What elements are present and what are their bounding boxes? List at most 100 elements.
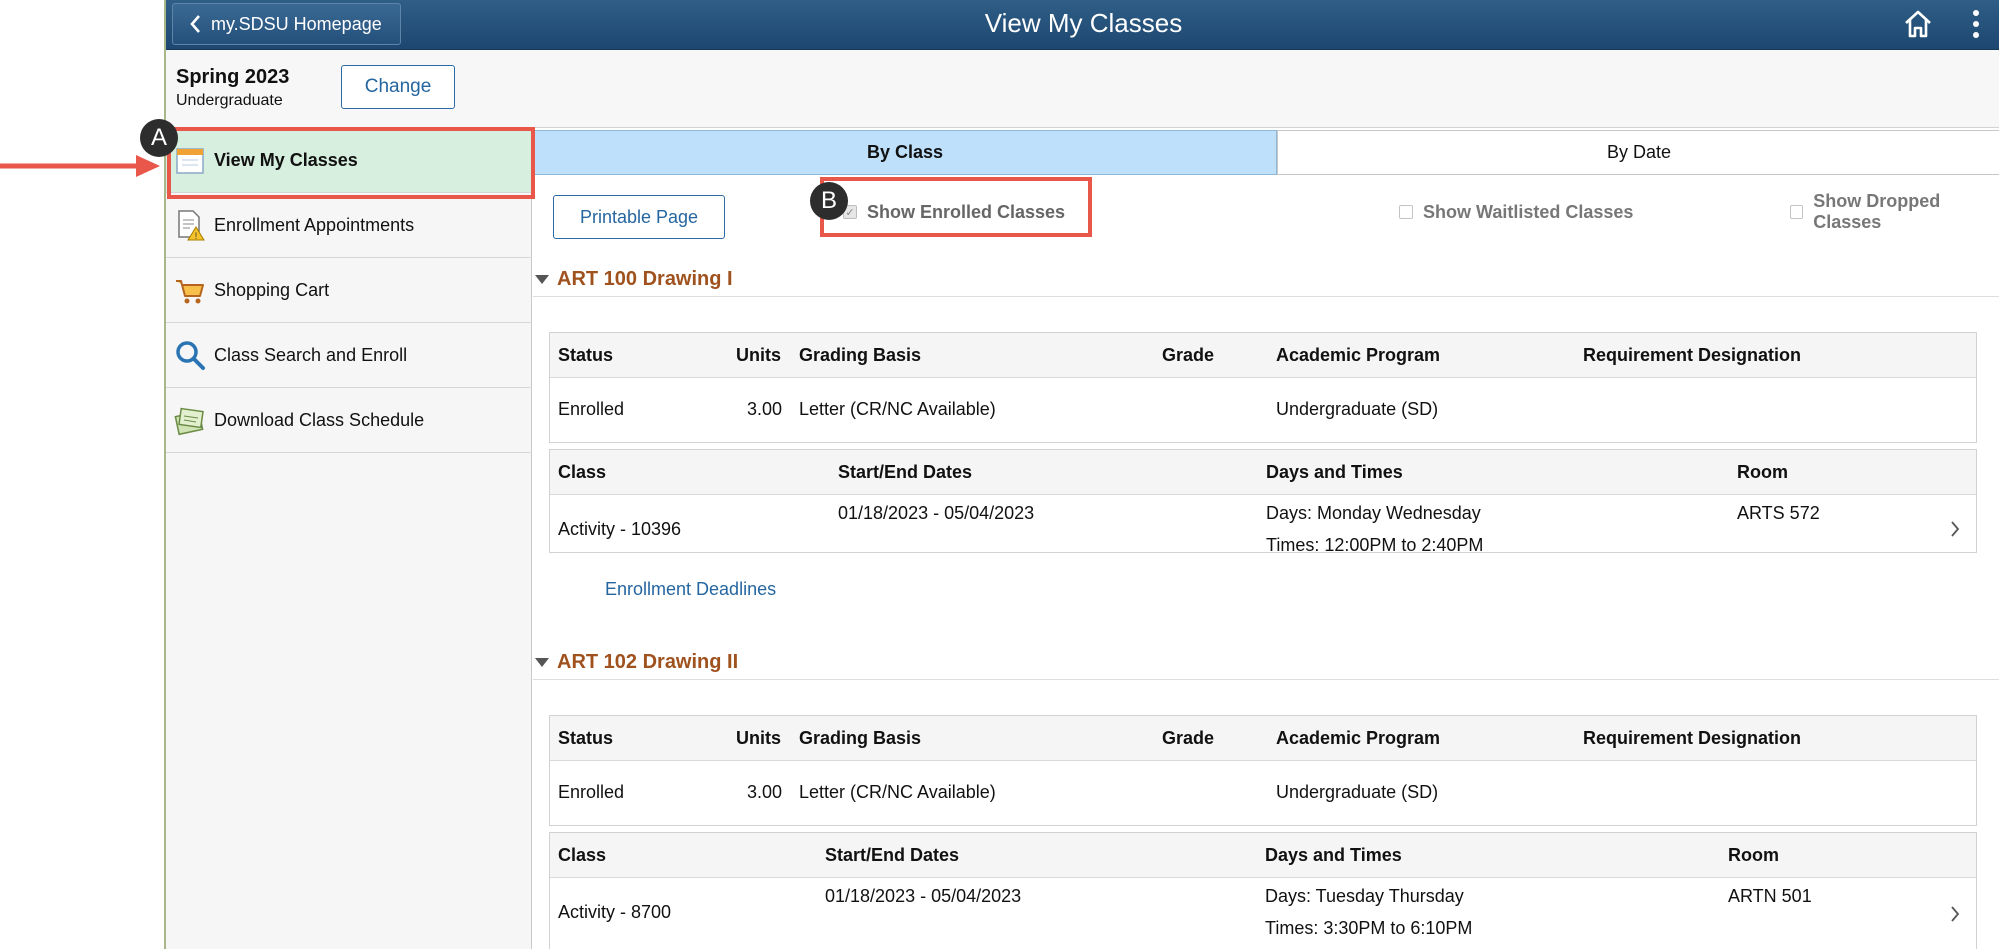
col-requirement: Requirement Designation [1583,728,1802,748]
sidebar-nav: View My Classes ! Enrollment Appointment… [166,128,532,949]
show-dropped-label: Show Dropped Classes [1813,191,1941,232]
enrollment-deadlines-link[interactable]: Enrollment Deadlines [605,579,776,600]
col-days-times: Days and Times [1266,462,1403,482]
tab-by-date[interactable]: By Date [1277,130,1999,175]
times-value: Times: 3:30PM to 6:10PM [1265,918,1473,938]
download-schedule-icon [174,407,204,436]
more-options-icon[interactable] [1971,9,1981,39]
cart-icon [176,280,204,304]
enrollment-grid: Status Units Grading Basis Grade Academi… [549,332,1977,443]
times-value: Times: 12:00PM to 2:40PM [1266,535,1484,555]
dates-value: 01/18/2023 - 05/04/2023 [825,886,1022,906]
grading-value: Letter (CR/NC Available) [799,399,996,419]
collapse-triangle-icon [535,658,549,667]
chevron-right-icon[interactable] [1950,905,1960,923]
course-title: ART 102 Drawing II [557,651,739,673]
sidebar-item-label: View My Classes [214,149,358,170]
sidebar-item-class-search[interactable]: Class Search and Enroll [166,323,532,388]
col-days-times: Days and Times [1265,845,1402,865]
col-program: Academic Program [1276,345,1441,365]
sidebar-item-label: Download Class Schedule [214,409,425,430]
course-title: ART 100 Drawing I [557,268,733,290]
screenshot-stage: my.SDSU Homepage View My Classes Spring … [0,0,1999,949]
home-icon[interactable] [1902,8,1934,40]
document-warning-icon: ! [178,210,205,241]
col-program: Academic Program [1276,728,1441,748]
checkbox-empty-icon [1399,205,1413,219]
grid-header-row: Class Start/End Dates Days and Times Roo… [550,450,1976,495]
term-career: Undergraduate [176,92,283,109]
chevron-left-icon [190,15,200,33]
app-window: my.SDSU Homepage View My Classes Spring … [164,0,1999,949]
annotation-badge-b: B [810,182,848,220]
annotation-arrow [0,155,160,177]
chevron-right-icon[interactable] [1950,520,1960,538]
show-waitlisted-checkbox[interactable]: Show Waitlisted Classes [1399,194,1633,230]
grid-header-row: Status Units Grading Basis Grade Academi… [550,716,1976,761]
back-button-label: my.SDSU Homepage [211,13,382,34]
grading-value: Letter (CR/NC Available) [799,782,996,802]
col-units: Units [736,728,781,748]
col-class: Class [558,462,607,482]
tab-by-class[interactable]: By Class [533,130,1277,175]
col-requirement: Requirement Designation [1583,345,1802,365]
search-icon [176,341,205,370]
days-value: Days: Tuesday Thursday [1265,886,1464,906]
show-enrolled-checkbox[interactable]: ✓ Show Enrolled Classes [843,194,1065,230]
enrollment-grid: Status Units Grading Basis Grade Academi… [549,715,1977,826]
col-dates: Start/End Dates [838,462,973,482]
grid-header-row: Class Start/End Dates Days and Times Roo… [550,833,1976,878]
status-value: Enrolled [558,399,625,419]
sidebar-item-view-my-classes[interactable]: View My Classes [166,128,532,193]
sidebar-item-label: Shopping Cart [214,279,330,300]
section-grid[interactable]: Class Start/End Dates Days and Times Roo… [549,832,1977,949]
calendar-icon [176,148,204,174]
col-grading: Grading Basis [799,345,922,365]
room-value: ARTN 501 [1728,886,1812,906]
sidebar-item-shopping-cart[interactable]: Shopping Cart [166,258,532,323]
col-status: Status [558,345,614,365]
term-selector-bar: Spring 2023 Undergraduate Change [166,50,1999,128]
show-enrolled-label: Show Enrolled Classes [867,201,1066,222]
sidebar-item-label: Enrollment Appointments [214,214,415,235]
back-to-homepage-button[interactable]: my.SDSU Homepage [172,3,401,45]
section-grid[interactable]: Class Start/End Dates Days and Times Roo… [549,449,1977,555]
sidebar-item-download-schedule[interactable]: Download Class Schedule [166,388,532,453]
days-value: Days: Monday Wednesday [1266,503,1481,523]
class-value: Activity - 8700 [558,902,672,922]
program-value: Undergraduate (SD) [1276,399,1439,419]
col-dates: Start/End Dates [825,845,960,865]
course-title-toggle[interactable]: ART 100 Drawing I [535,268,733,291]
checkbox-empty-icon [1790,205,1804,219]
divider [533,679,1999,680]
show-waitlisted-label: Show Waitlisted Classes [1423,201,1634,222]
change-term-button[interactable]: Change [341,65,455,109]
term-name: Spring 2023 [176,66,290,88]
collapse-triangle-icon [535,275,549,284]
col-grade: Grade [1162,728,1215,748]
col-class: Class [558,845,607,865]
printable-page-button[interactable]: Printable Page [553,195,725,239]
main-content: By Class By Date Printable Page ✓ Show E… [533,128,1999,949]
grid-header-row: Status Units Grading Basis Grade Academi… [550,333,1976,378]
status-value: Enrolled [558,782,625,802]
units-value: 3.00 [747,399,783,419]
col-grading: Grading Basis [799,728,922,748]
col-room: Room [1728,845,1779,865]
sidebar-item-enrollment-appointments[interactable]: ! Enrollment Appointments [166,193,532,258]
sidebar-item-label: Class Search and Enroll [214,344,408,365]
svg-text:!: ! [195,231,198,241]
course-title-toggle[interactable]: ART 102 Drawing II [535,651,738,674]
show-dropped-checkbox[interactable]: Show Dropped Classes [1790,191,1999,232]
room-value: ARTS 572 [1737,503,1820,523]
header-bar: my.SDSU Homepage View My Classes [166,0,1999,50]
col-grade: Grade [1162,345,1215,365]
col-status: Status [558,728,614,748]
col-room: Room [1737,462,1788,482]
dates-value: 01/18/2023 - 05/04/2023 [838,503,1035,523]
annotation-badge-a: A [140,119,178,157]
class-value: Activity - 10396 [558,519,682,539]
col-units: Units [736,345,781,365]
program-value: Undergraduate (SD) [1276,782,1439,802]
units-value: 3.00 [747,782,783,802]
